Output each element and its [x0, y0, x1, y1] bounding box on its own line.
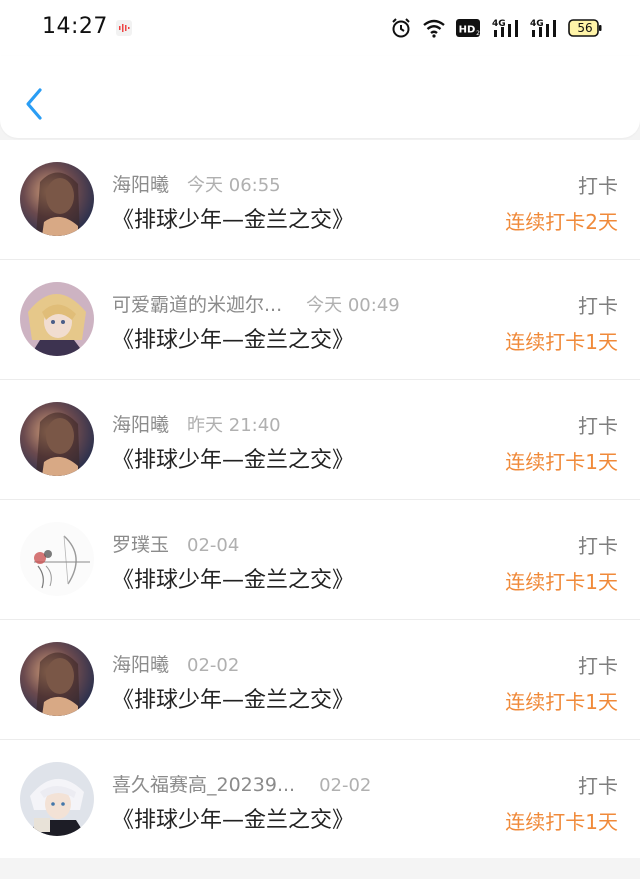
checkin-list: 海阳曦 今天 06:55 《排球少年—金兰之交》 打卡 连续打卡2天 可爱霸道的米…: [0, 140, 640, 859]
streak-label: 连续打卡1天: [505, 570, 618, 594]
book-title[interactable]: 《排球少年—金兰之交》: [112, 802, 354, 834]
list-item[interactable]: 可爱霸道的米迦尔... 今天 00:49 《排球少年—金兰之交》 打卡 连续打卡1…: [0, 260, 640, 380]
user-name[interactable]: 喜久福赛高_20239...: [112, 774, 295, 796]
action-label: 打卡: [578, 414, 618, 438]
list-item[interactable]: 海阳曦 昨天 21:40 《排球少年—金兰之交》 打卡 连续打卡1天: [0, 380, 640, 500]
avatar[interactable]: [20, 522, 94, 596]
item-time: 今天 06:55: [187, 175, 281, 196]
item-time: 02-02: [319, 775, 372, 796]
header: [0, 56, 640, 138]
item-time: 昨天 21:40: [187, 415, 281, 436]
action-label: 打卡: [578, 174, 618, 198]
signal-4g-icon: 4G: [492, 19, 518, 37]
item-meta: 海阳曦 02-02: [112, 650, 239, 677]
avatar[interactable]: [20, 162, 94, 236]
status-bar: 14:27 HD 2 4G 4G 56: [0, 0, 640, 56]
battery-level: 56: [577, 21, 593, 35]
audio-wave-icon: [116, 20, 132, 36]
action-label: 打卡: [578, 654, 618, 678]
avatar[interactable]: [20, 642, 94, 716]
list-item[interactable]: 海阳曦 今天 06:55 《排球少年—金兰之交》 打卡 连续打卡2天: [0, 140, 640, 260]
book-title[interactable]: 《排球少年—金兰之交》: [112, 562, 354, 594]
item-time: 今天 00:49: [306, 295, 400, 316]
hd-icon: HD 2: [456, 19, 480, 37]
alarm-icon: [392, 18, 410, 38]
user-name[interactable]: 海阳曦: [112, 414, 169, 436]
svg-text:2: 2: [476, 30, 480, 37]
user-name[interactable]: 海阳曦: [112, 654, 169, 676]
list-item[interactable]: 喜久福赛高_20239... 02-02 《排球少年—金兰之交》 打卡 连续打卡1…: [0, 740, 640, 859]
streak-label: 连续打卡1天: [505, 450, 618, 474]
streak-label: 连续打卡1天: [505, 330, 618, 354]
action-label: 打卡: [578, 294, 618, 318]
user-name[interactable]: 罗璞玉: [112, 534, 169, 556]
signal-4g-icon: 4G: [530, 19, 556, 37]
item-meta: 海阳曦 今天 06:55: [112, 170, 281, 197]
avatar[interactable]: [20, 762, 94, 836]
battery-icon: 56: [568, 19, 602, 37]
item-meta: 海阳曦 昨天 21:40: [112, 410, 281, 437]
item-meta: 罗璞玉 02-04: [112, 530, 239, 557]
avatar[interactable]: [20, 402, 94, 476]
streak-label: 连续打卡1天: [505, 690, 618, 714]
user-name[interactable]: 海阳曦: [112, 174, 169, 196]
book-title[interactable]: 《排球少年—金兰之交》: [112, 322, 354, 354]
item-meta: 喜久福赛高_20239... 02-02: [112, 770, 371, 797]
list-item[interactable]: 海阳曦 02-02 《排球少年—金兰之交》 打卡 连续打卡1天: [0, 620, 640, 740]
wifi-icon: [423, 19, 445, 38]
streak-label: 连续打卡1天: [505, 810, 618, 834]
book-title[interactable]: 《排球少年—金兰之交》: [112, 202, 354, 234]
streak-label: 连续打卡2天: [505, 210, 618, 234]
avatar[interactable]: [20, 282, 94, 356]
svg-text:HD: HD: [459, 25, 476, 36]
book-title[interactable]: 《排球少年—金兰之交》: [112, 442, 354, 474]
item-time: 02-02: [187, 655, 240, 676]
back-button[interactable]: [20, 84, 50, 124]
action-label: 打卡: [578, 534, 618, 558]
book-title[interactable]: 《排球少年—金兰之交》: [112, 682, 354, 714]
user-name[interactable]: 可爱霸道的米迦尔...: [112, 294, 282, 316]
list-item[interactable]: 罗璞玉 02-04 《排球少年—金兰之交》 打卡 连续打卡1天: [0, 500, 640, 620]
item-time: 02-04: [187, 535, 240, 556]
bottom-spacer: [0, 858, 640, 879]
item-meta: 可爱霸道的米迦尔... 今天 00:49: [112, 290, 400, 317]
action-label: 打卡: [578, 774, 618, 798]
chevron-left-icon: [26, 88, 42, 120]
status-time: 14:27: [42, 14, 108, 39]
